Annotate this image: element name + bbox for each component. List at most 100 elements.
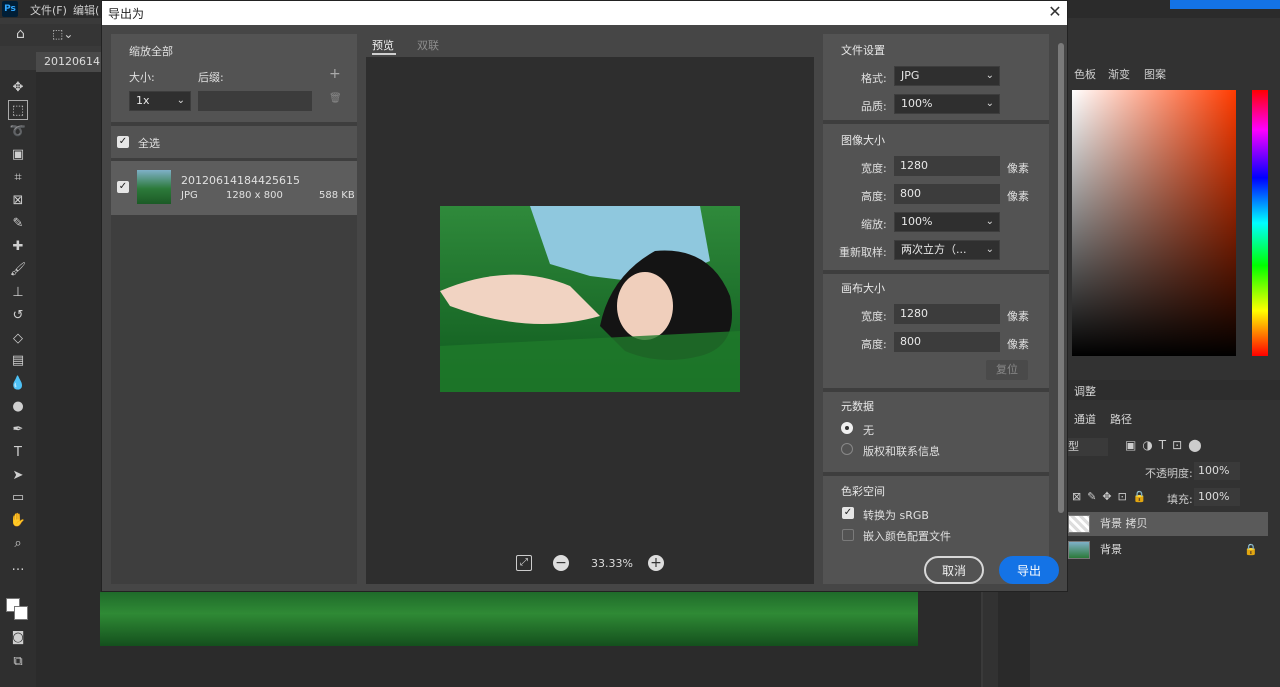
brush-tool-icon[interactable]: 🖌 <box>8 260 28 280</box>
opacity-input[interactable]: 100% <box>1194 462 1240 480</box>
tab-swatches[interactable]: 色板 <box>1074 66 1096 82</box>
crop-tool-icon[interactable]: ⌗ <box>8 168 28 188</box>
layer-row[interactable]: 背景 拷贝 <box>1062 512 1268 536</box>
tab-gradients[interactable]: 渐变 <box>1108 66 1130 82</box>
ps-logo: Ps <box>2 1 18 17</box>
quality-select[interactable]: 100% ⌄ <box>894 94 1000 114</box>
ps-share-bar[interactable] <box>1170 0 1280 9</box>
path-select-icon[interactable]: ➤ <box>8 466 28 486</box>
file-checkbox[interactable]: ✓ <box>117 181 129 193</box>
eraser-icon[interactable]: ◇ <box>8 329 28 349</box>
zoom-controls: ⤢ − 33.33% + <box>516 555 666 575</box>
file-dimensions: 1280 x 800 <box>226 190 283 201</box>
cancel-button[interactable]: 取消 <box>924 556 984 584</box>
file-settings-section: 文件设置 格式: JPG ⌄ 品质: 100% ⌄ <box>823 34 1049 120</box>
image-height-unit: 像素 <box>1007 190 1029 203</box>
object-select-icon[interactable]: ▣ <box>8 145 28 165</box>
quick-mask-icon[interactable]: ◙ <box>8 628 28 648</box>
convert-srgb-checkbox[interactable]: ✓ <box>842 507 854 519</box>
suffix-label: 后缀: <box>198 71 224 84</box>
lasso-tool-icon[interactable]: ➰ <box>8 122 28 142</box>
blur-tool-icon[interactable]: 💧 <box>8 374 28 394</box>
canvas-height-input[interactable]: 800 <box>894 332 1000 352</box>
add-icon[interactable]: + <box>329 66 341 82</box>
canvas-size-section: 画布大小 宽度: 1280 像素 高度: 800 像素 复位 <box>823 274 1049 388</box>
zoom-out-icon[interactable]: − <box>553 555 569 571</box>
reset-button[interactable]: 复位 <box>986 360 1028 380</box>
embed-profile-checkbox[interactable] <box>842 529 854 541</box>
zoom-tool-icon[interactable]: ⌕ <box>8 534 28 554</box>
image-width-unit: 像素 <box>1007 162 1029 175</box>
format-select[interactable]: JPG ⌄ <box>894 66 1000 86</box>
marquee-tool-icon[interactable]: ⬚ <box>8 100 28 120</box>
pen-tool-icon[interactable]: ✒ <box>8 420 28 440</box>
metadata-copyright-radio[interactable] <box>841 443 853 455</box>
hand-tool-icon[interactable]: ✋ <box>8 511 28 531</box>
list-item[interactable]: ✓ 20120614184425615 JPG 1280 x 800 588 K… <box>111 161 357 215</box>
layer-filter-icons[interactable]: ▣◑T⊡⬤ <box>1125 438 1208 452</box>
hue-slider[interactable] <box>1252 90 1268 356</box>
tab-adjustments[interactable]: 调整 <box>1074 383 1096 399</box>
fill-input[interactable]: 100% <box>1194 488 1240 506</box>
metadata-none-radio[interactable] <box>841 422 853 434</box>
color-picker-field[interactable] <box>1072 90 1236 356</box>
layer-kind-filter[interactable]: 型 <box>1066 438 1108 456</box>
menu-edit[interactable]: 编辑( <box>73 2 99 18</box>
menu-file[interactable]: 文件(F) <box>30 2 67 18</box>
canvas-height-unit: 像素 <box>1007 338 1029 351</box>
stamp-tool-icon[interactable]: ⊥ <box>8 283 28 303</box>
background-color-swatch[interactable] <box>14 606 28 620</box>
lock-icons[interactable]: ⊠✎✥⊡🔒 <box>1072 490 1153 503</box>
settings-scrollbar[interactable] <box>1057 41 1065 541</box>
home-icon[interactable]: ⌂ <box>16 26 25 42</box>
canvas-width-input[interactable]: 1280 <box>894 304 1000 324</box>
lock-icon: 🔒 <box>1244 543 1258 556</box>
preview-image[interactable] <box>440 206 740 392</box>
file-size: 588 KB <box>319 190 355 201</box>
shape-tool-icon[interactable]: ▭ <box>8 488 28 508</box>
chevron-down-icon: ⌄ <box>985 244 994 255</box>
size-select[interactable]: 1x ⌄ <box>129 91 191 111</box>
frame-tool-icon[interactable]: ⊠ <box>8 191 28 211</box>
format-value: JPG <box>901 69 920 82</box>
tab-channels[interactable]: 通道 <box>1074 411 1096 427</box>
tab-2up[interactable]: 双联 <box>417 37 439 53</box>
healing-brush-icon[interactable]: ✚ <box>8 237 28 257</box>
image-width-input[interactable]: 1280 <box>894 156 1000 176</box>
tab-preview[interactable]: 预览 <box>372 37 394 53</box>
delete-icon[interactable]: 🗑 <box>329 93 342 104</box>
file-thumbnail <box>137 170 171 204</box>
eyedropper-icon[interactable]: ✎ <box>8 214 28 234</box>
quality-label: 品质: <box>861 100 887 113</box>
suffix-input[interactable] <box>198 91 312 111</box>
tab-patterns[interactable]: 图案 <box>1144 66 1166 82</box>
fit-view-icon[interactable]: ⤢ <box>516 555 532 571</box>
scrollbar-thumb[interactable] <box>1058 43 1064 513</box>
resample-select[interactable]: 两次立方（... ⌄ <box>894 240 1000 260</box>
resample-value: 两次立方（... <box>901 243 967 256</box>
canvas-size-title: 画布大小 <box>841 282 885 295</box>
close-icon[interactable]: ✕ <box>1046 3 1064 21</box>
export-button[interactable]: 导出 <box>999 556 1059 584</box>
tab-paths[interactable]: 路径 <box>1110 411 1132 427</box>
file-format: JPG <box>181 190 198 201</box>
size-label: 大小: <box>129 71 155 84</box>
image-height-input[interactable]: 800 <box>894 184 1000 204</box>
marquee-option-icon[interactable]: ⬚⌄ <box>52 27 73 41</box>
history-brush-icon[interactable]: ↺ <box>8 306 28 326</box>
ps-document-tab[interactable]: 2012061418 <box>36 52 114 72</box>
scale-select[interactable]: 100% ⌄ <box>894 212 1000 232</box>
layer-name: 背景 <box>1100 543 1122 556</box>
dodge-tool-icon[interactable]: ● <box>8 397 28 417</box>
select-all-label: 全选 <box>138 137 160 150</box>
type-tool-icon[interactable]: T <box>8 443 28 463</box>
gradient-tool-icon[interactable]: ▤ <box>8 351 28 371</box>
layer-row[interactable]: 背景 🔒 <box>1062 538 1268 562</box>
ps-adjust-header: 调整 <box>1062 380 1280 400</box>
move-tool-icon[interactable]: ✥ <box>8 78 28 98</box>
zoom-in-icon[interactable]: + <box>648 555 664 571</box>
layer-thumbnail <box>1068 541 1090 559</box>
screen-mode-icon[interactable]: ⧉ <box>8 652 28 672</box>
select-all-checkbox[interactable]: ✓ <box>117 136 129 148</box>
more-tools-icon[interactable]: … <box>8 557 28 577</box>
